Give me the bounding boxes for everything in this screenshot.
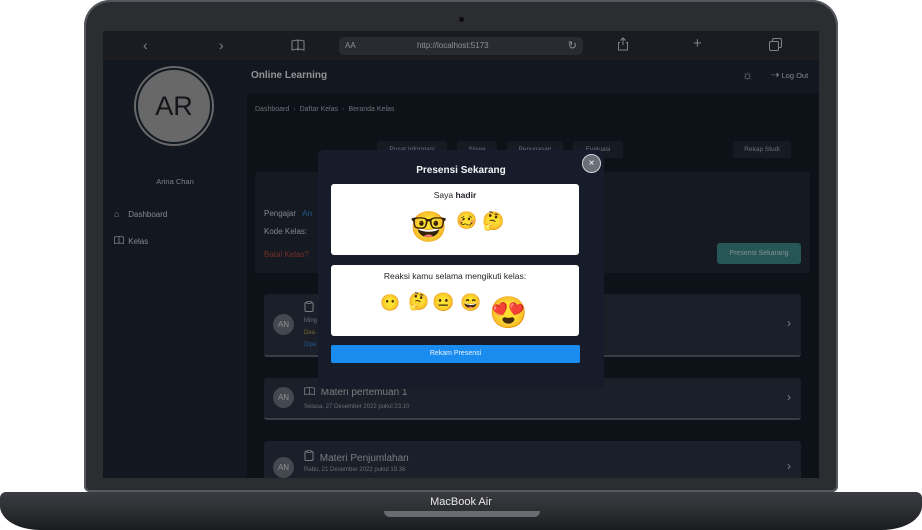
thinking-face-emoji-icon[interactable]: 🤔 <box>482 212 504 230</box>
thinking-face-emoji-icon[interactable]: 🤔 <box>408 293 429 310</box>
laptop-notch <box>384 511 540 517</box>
nerd-face-emoji-icon[interactable]: 🤓 <box>410 213 447 243</box>
grinning-face-emoji-icon[interactable]: 😄 <box>460 294 481 311</box>
record-presensi-button[interactable]: Rekam Presensi <box>331 345 580 363</box>
woozy-face-emoji-icon[interactable]: 🥴 <box>456 212 477 229</box>
no-mouth-face-emoji-icon[interactable]: 😶 <box>380 296 400 312</box>
attendance-text: Saya hadir <box>331 190 579 200</box>
heart-eyes-emoji-icon[interactable]: 😍 <box>489 297 528 328</box>
attendance-status: hadir <box>455 190 477 200</box>
reaction-panel: Reaksi kamu selama mengikuti kelas: 😶 🤔 … <box>331 265 579 336</box>
attendance-panel: Saya hadir 🤓 🥴 🤔 <box>331 184 579 255</box>
reaction-label: Reaksi kamu selama mengikuti kelas: <box>383 271 527 281</box>
modal-title: Presensi Sekarang <box>416 165 506 176</box>
neutral-face-emoji-icon[interactable]: 😐 <box>432 293 454 311</box>
presensi-modal: Presensi Sekarang × Saya hadir 🤓 🥴 🤔 Rea… <box>318 150 604 389</box>
screen: ‹ › AA http://localhost:5173 ↻ + AR Arin… <box>103 31 819 478</box>
camera-icon <box>459 17 464 22</box>
attendance-prefix: Saya <box>433 190 456 200</box>
close-button[interactable]: × <box>582 154 601 173</box>
device-brand: MacBook Air <box>430 496 492 508</box>
